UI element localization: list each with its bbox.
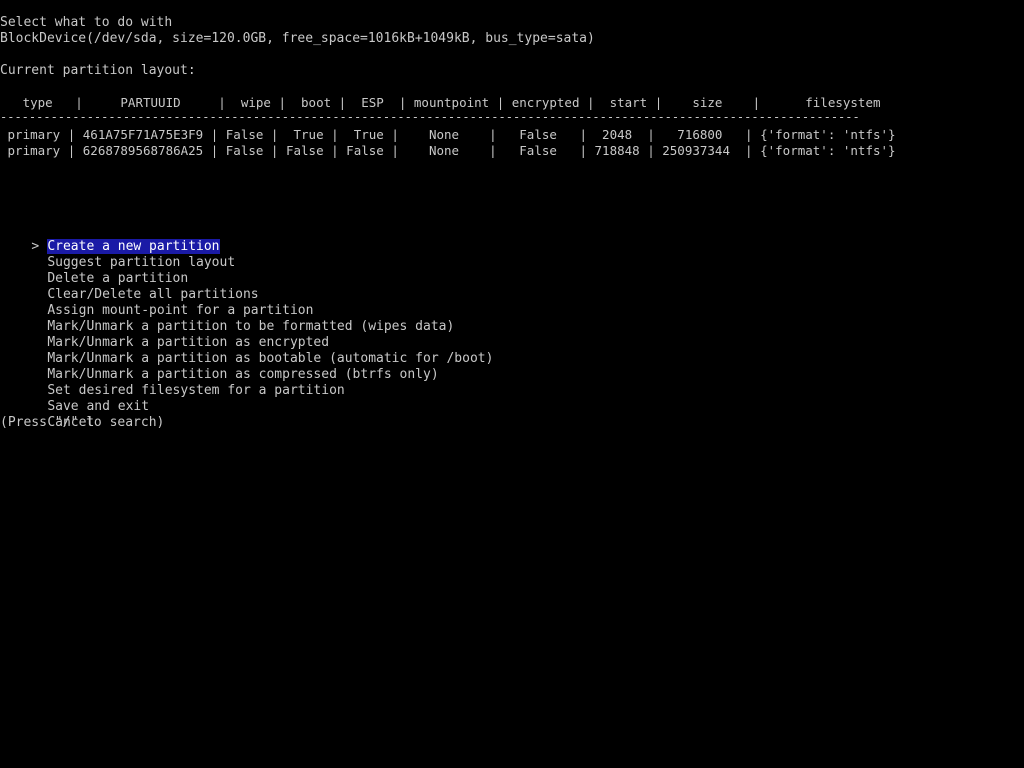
menu-item-suggest-layout[interactable]: Suggest partition layout	[0, 239, 235, 270]
table-separator: ----------------------------------------…	[0, 110, 860, 124]
menu-item-mark-formatted[interactable]: Mark/Unmark a partition to be formatted …	[0, 303, 454, 334]
table-row: primary | 6268789568786A25 | False | Fal…	[0, 143, 896, 158]
terminal-screen: Select what to do with BlockDevice(/dev/…	[0, 0, 1024, 768]
table-row: primary | 461A75F71A75E3F9 | False | Tru…	[0, 127, 896, 142]
menu-item-save-exit[interactable]: Save and exit	[0, 383, 149, 414]
menu-item-set-filesystem[interactable]: Set desired filesystem for a partition	[0, 367, 344, 398]
search-hint: (Press "/" to search)	[0, 415, 165, 430]
menu-item-cancel[interactable]: Cancel	[0, 399, 94, 430]
layout-title: Current partition layout:	[0, 63, 196, 78]
menu-item-create-partition[interactable]: > Create a new partition	[0, 223, 220, 254]
menu-item-clear-all[interactable]: Clear/Delete all partitions	[0, 271, 258, 302]
prompt-line-2: BlockDevice(/dev/sda, size=120.0GB, free…	[0, 31, 595, 46]
menu-item-mark-bootable[interactable]: Mark/Unmark a partition as bootable (aut…	[0, 335, 493, 366]
menu-item-delete-partition[interactable]: Delete a partition	[0, 255, 188, 286]
menu-item-assign-mountpoint[interactable]: Assign mount-point for a partition	[0, 287, 313, 318]
menu-item-mark-encrypted[interactable]: Mark/Unmark a partition as encrypted	[0, 319, 329, 350]
prompt-line-1: Select what to do with	[0, 15, 173, 30]
menu-item-mark-compressed[interactable]: Mark/Unmark a partition as compressed (b…	[0, 351, 438, 382]
